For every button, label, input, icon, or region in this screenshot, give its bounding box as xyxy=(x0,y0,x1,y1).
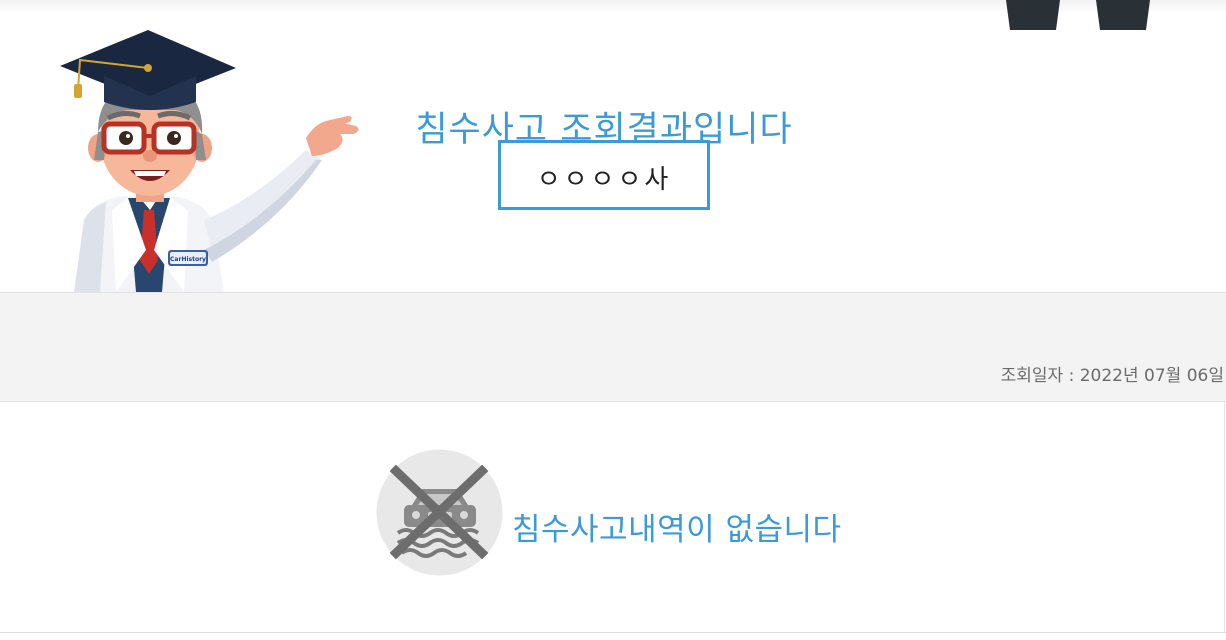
license-plate-number: ㅇㅇㅇㅇ사 xyxy=(536,165,672,195)
no-flood-history-message: 침수사고내역이 없습니다 xyxy=(512,512,842,548)
query-info-band: 조회일자 : 2022년 07월 06일 xyxy=(0,292,1226,402)
divider xyxy=(0,632,1226,633)
license-plate-box: ㅇㅇㅇㅇ사 xyxy=(498,140,710,210)
no-flood-icon xyxy=(376,449,503,576)
header: CarHistory 침수사고 조회결과입니다 ㅇㅇㅇㅇ사 xyxy=(0,0,1226,292)
mascot-illustration: CarHistory xyxy=(60,30,359,292)
page: CarHistory 침수사고 조회결과입니다 ㅇㅇㅇㅇ사 조회일자: 202… xyxy=(0,0,1226,640)
query-date: 조회일자 : 2022년 07월 06일 xyxy=(1000,366,1224,386)
dark-shape-decoration xyxy=(1006,0,1150,30)
svg-text:CarHistory: CarHistory xyxy=(170,256,206,263)
